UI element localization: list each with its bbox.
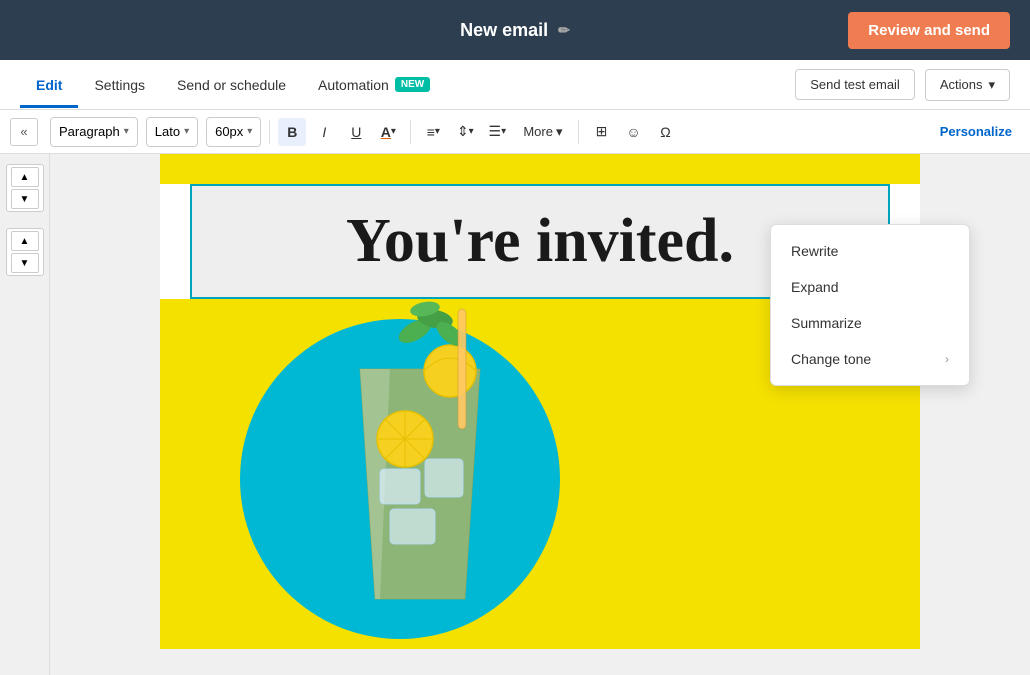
summarize-label: Summarize (791, 315, 862, 331)
align-arrow: ▾ (435, 126, 440, 137)
context-menu-summarize[interactable]: Summarize (771, 305, 969, 341)
tab-automation[interactable]: Automation NEW (302, 63, 446, 107)
actions-arrow-icon: ▾ (988, 77, 995, 93)
personalize-button[interactable]: Personalize (932, 120, 1020, 143)
email-yellow-header (160, 154, 920, 184)
tab-edit[interactable]: Edit (20, 63, 78, 107)
underline-button[interactable]: U (342, 118, 370, 146)
font-color-arrow: ▾ (391, 126, 396, 137)
font-arrow-icon: ▾ (184, 126, 189, 137)
align-icon: ≡ (427, 124, 435, 140)
context-menu-rewrite[interactable]: Rewrite (771, 233, 969, 269)
special-char-button[interactable]: Ω (651, 118, 679, 146)
move-down-button[interactable]: ▼ (11, 253, 39, 273)
spacing-arrow: ▾ (469, 126, 474, 137)
review-send-button[interactable]: Review and send (848, 12, 1010, 49)
expand-label: Expand (791, 279, 838, 295)
send-test-email-button[interactable]: Send test email (795, 69, 915, 100)
paragraph-arrow-icon: ▾ (124, 126, 129, 137)
top-bar: New email ✏ Review and send (0, 0, 1030, 60)
list-arrow: ▾ (501, 126, 506, 137)
more-button[interactable]: More ▾ (515, 120, 570, 144)
change-tone-label: Change tone (791, 351, 871, 367)
font-family-label: Lato (155, 124, 180, 139)
tab-bar: Edit Settings Send or schedule Automatio… (0, 60, 1030, 110)
actions-label: Actions (940, 77, 983, 92)
font-size-label: 60px (215, 124, 243, 139)
align-button[interactable]: ≡ ▾ (419, 118, 447, 146)
main-area: ▲ ▼ ▲ ▼ You're invited. (0, 154, 1030, 675)
context-menu: Rewrite Expand Summarize Change tone › (770, 224, 970, 386)
tab-bar-actions: Send test email Actions ▾ (795, 69, 1010, 101)
tab-settings[interactable]: Settings (78, 63, 161, 107)
email-title-text: New email (460, 20, 548, 41)
formatting-toolbar: « Paragraph ▾ Lato ▾ 60px ▾ B I U A ▾ ≡ … (0, 110, 1030, 154)
email-title-area: New email ✏ (460, 20, 570, 41)
scroll-up-button[interactable]: ▲ (11, 167, 39, 187)
toolbar-divider-1 (269, 120, 270, 144)
automation-tab-label: Automation (318, 77, 389, 93)
actions-button[interactable]: Actions ▾ (925, 69, 1010, 101)
paragraph-label: Paragraph (59, 124, 120, 139)
rewrite-label: Rewrite (791, 243, 838, 259)
email-canvas: You're invited. (50, 154, 1030, 675)
emoji-button[interactable]: ☺ (619, 118, 647, 146)
scroll-down-button[interactable]: ▼ (11, 189, 39, 209)
context-menu-change-tone[interactable]: Change tone › (771, 341, 969, 377)
more-label: More (523, 124, 553, 139)
left-panel: ▲ ▼ ▲ ▼ (0, 154, 50, 675)
email-headline: You're invited. (346, 207, 734, 275)
toolbar-divider-3 (578, 120, 579, 144)
insert-block-button[interactable]: ⊞ (587, 118, 615, 146)
edit-title-icon[interactable]: ✏ (558, 22, 570, 39)
new-badge: NEW (395, 77, 430, 92)
italic-button[interactable]: I (310, 118, 338, 146)
list-button[interactable]: ☰ ▾ (483, 118, 511, 146)
collapse-panel-button[interactable]: « (10, 118, 38, 146)
line-spacing-icon: ⇕ (457, 123, 469, 140)
line-spacing-button[interactable]: ⇕ ▾ (451, 118, 479, 146)
tab-send-schedule[interactable]: Send or schedule (161, 63, 302, 107)
list-icon: ☰ (489, 123, 502, 140)
size-arrow-icon: ▾ (247, 126, 252, 137)
lemonade-image (320, 299, 520, 629)
context-menu-expand[interactable]: Expand (771, 269, 969, 305)
move-up-button[interactable]: ▲ (11, 231, 39, 251)
font-family-select[interactable]: Lato ▾ (146, 117, 198, 147)
font-color-label: A (381, 124, 391, 140)
change-tone-arrow-icon: › (945, 352, 949, 366)
toolbar-divider-2 (410, 120, 411, 144)
bold-button[interactable]: B (278, 118, 306, 146)
font-color-button[interactable]: A ▾ (374, 118, 402, 146)
font-size-select[interactable]: 60px ▾ (206, 117, 261, 147)
paragraph-style-select[interactable]: Paragraph ▾ (50, 117, 138, 147)
more-arrow-icon: ▾ (556, 124, 563, 140)
